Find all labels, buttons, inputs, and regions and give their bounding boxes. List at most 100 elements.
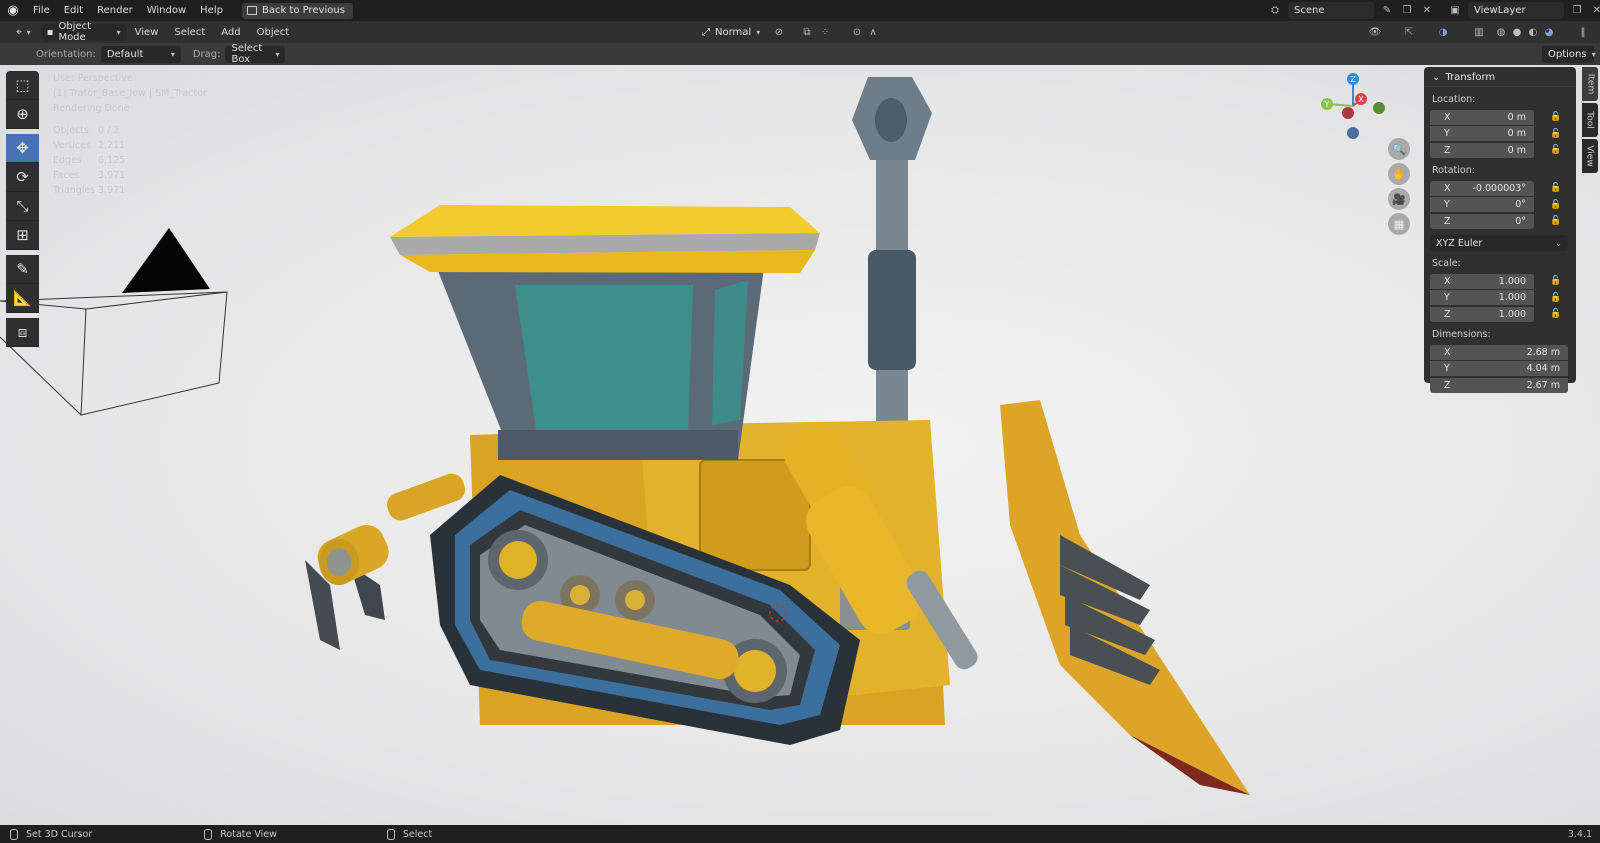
axis-label: Z	[1444, 379, 1451, 391]
viewport-header: ⌖ ▾ ▪ Object Mode ▾ View Select Add Objec…	[0, 21, 1600, 43]
rotation-y-field[interactable]: Y 0°	[1430, 197, 1534, 212]
dimensions-x-field[interactable]: X 2.68 m	[1430, 344, 1568, 360]
solid-shading-icon[interactable]: ●	[1510, 25, 1524, 39]
header-menu-add[interactable]: Add	[213, 27, 248, 38]
transform-tool-icon[interactable]: ⊞	[6, 221, 39, 250]
material-shading-icon[interactable]: ◐	[1526, 25, 1540, 39]
status-bar: Set 3D Cursor Rotate View Select 3.4.1	[0, 825, 1600, 843]
camera-triangle	[122, 228, 210, 293]
annotate-tool-icon[interactable]: ✎	[6, 255, 39, 284]
location-y-field[interactable]: Y 0 m	[1430, 126, 1534, 141]
axis-label: Y	[1444, 128, 1450, 139]
lock-icon[interactable]: 🔓	[1548, 129, 1564, 139]
dimensions-x-value: 2.68 m	[1526, 346, 1560, 358]
header-menu-select[interactable]: Select	[166, 27, 213, 38]
overlays-icon[interactable]: ◑	[1436, 25, 1450, 39]
3d-viewport[interactable]: ⬚ ⊕ ✥ ⟳ ⤡ ⊞ ✎ 📐 ⧈ User Perspective (1) T…	[0, 65, 1600, 825]
wireframe-shading-icon[interactable]: ◍	[1494, 25, 1508, 39]
scale-x-field[interactable]: X 1.000	[1430, 273, 1534, 289]
orientation-dropdown[interactable]: Default ▾	[100, 45, 181, 63]
tractor-model	[305, 77, 1250, 795]
blender-logo-icon[interactable]: ◉	[0, 0, 26, 21]
move-tool-icon[interactable]: ✥	[6, 134, 39, 163]
lock-icon[interactable]: 🔓	[1548, 183, 1564, 193]
rotation-z-field[interactable]: Z 0°	[1430, 213, 1534, 229]
close-scene-icon[interactable]: ✕	[1420, 4, 1434, 18]
select-box-tool-icon[interactable]: ⬚	[6, 71, 39, 100]
close-view-layer-icon[interactable]: ✕	[1590, 4, 1600, 18]
lock-icon[interactable]: 🔓	[1548, 145, 1564, 155]
scale-y-field[interactable]: Y 1.000	[1430, 290, 1534, 305]
xray-icon[interactable]: ▥	[1472, 25, 1486, 39]
view-name: User Perspective	[53, 73, 133, 84]
cursor-tool-icon[interactable]: ⊕	[6, 100, 39, 129]
mode-selector[interactable]: ▪ Object Mode ▾	[40, 21, 127, 43]
navigation-gizmo[interactable]: Z Y X	[1318, 71, 1388, 141]
chevron-down-icon: ▾	[116, 27, 121, 37]
lock-icon[interactable]: 🔓	[1548, 293, 1564, 303]
back-to-previous-button[interactable]: Back to Previous	[241, 2, 353, 19]
scale-tool-icon[interactable]: ⤡	[6, 192, 39, 221]
header-menu-view[interactable]: View	[127, 27, 167, 38]
lock-icon[interactable]: 🔓	[1548, 112, 1564, 122]
menu-help[interactable]: Help	[193, 0, 230, 21]
gizmo-x-label: X	[1358, 95, 1364, 104]
location-z-field[interactable]: Z 0 m	[1430, 142, 1534, 158]
view-layer-field[interactable]: ViewLayer	[1468, 2, 1564, 19]
pin-icon[interactable]: ✎	[1380, 4, 1394, 18]
lock-icon[interactable]: 🔓	[1548, 309, 1564, 319]
falloff-icon[interactable]: ∧	[866, 25, 880, 39]
snap-increment-icon[interactable]: ⁘	[818, 25, 832, 39]
tab-item-label: Item	[1585, 73, 1595, 95]
lock-icon[interactable]: 🔓	[1548, 276, 1564, 286]
transform-orientation-selector[interactable]: ⤢ Normal ▾	[696, 24, 766, 41]
menu-file[interactable]: File	[26, 0, 57, 21]
new-scene-icon[interactable]: ❐	[1400, 4, 1414, 18]
dimensions-y-field[interactable]: Y 4.04 m	[1430, 361, 1568, 376]
drag-label: Drag:	[192, 48, 221, 60]
pan-hand-icon[interactable]: ✋	[1388, 163, 1410, 185]
rendered-shading-icon[interactable]: ◕	[1542, 25, 1556, 39]
stat-key: Objects	[53, 125, 89, 136]
proportional-edit-icon[interactable]: ⊙	[850, 25, 864, 39]
top-menu-bar: ◉ File Edit Render Window Help Back to P…	[0, 0, 1600, 21]
visibility-icon[interactable]: 👁	[1368, 25, 1382, 39]
transform-panel: ⌄ Transform Location: X0 m 🔓 Y0 m 🔓 Z0 m 🔓 …	[1424, 67, 1576, 393]
pivot-point-icon[interactable]: ⊘	[772, 25, 786, 39]
view-layer-icon[interactable]: ▣	[1448, 4, 1462, 18]
scale-z-field[interactable]: Z 1.000	[1430, 306, 1534, 322]
rotation-label: Rotation:	[1432, 165, 1475, 176]
menu-render[interactable]: Render	[90, 0, 140, 21]
editor-type-selector[interactable]: ⌖ ▾	[10, 24, 37, 41]
camera-view-icon[interactable]: 🎥	[1388, 188, 1410, 210]
transform-panel-header[interactable]: ⌄ Transform	[1424, 69, 1576, 87]
dimensions-z-field[interactable]: Z 2.67 m	[1430, 377, 1568, 393]
rotation-x-field[interactable]: X -0.000003°	[1430, 180, 1534, 196]
rotation-mode-dropdown[interactable]: XYZ Euler ⌄	[1430, 235, 1568, 251]
menu-edit[interactable]: Edit	[57, 0, 90, 21]
tab-view[interactable]: View	[1582, 139, 1598, 173]
location-x-field[interactable]: X 0 m	[1430, 109, 1534, 125]
tab-tool[interactable]: Tool	[1582, 103, 1598, 137]
options-dropdown[interactable]: Options ▾	[1542, 45, 1596, 63]
scale-x-value: 1.000	[1498, 275, 1526, 287]
add-cube-tool-icon[interactable]: ⧈	[6, 318, 39, 347]
drag-dropdown[interactable]: Select Box ▾	[225, 43, 286, 65]
new-view-layer-icon[interactable]: ❐	[1570, 4, 1584, 18]
rotate-tool-icon[interactable]: ⟳	[6, 163, 39, 192]
perspective-grid-icon[interactable]: ▦	[1388, 213, 1410, 235]
snap-icon[interactable]: ⧉	[800, 25, 814, 39]
status-rotate-view: Rotate View	[204, 828, 277, 840]
scene-field[interactable]: Scene	[1288, 2, 1374, 19]
header-menu-object[interactable]: Object	[249, 27, 298, 38]
gizmo-toggle-icon[interactable]: ⇱	[1402, 25, 1416, 39]
measure-tool-icon[interactable]: 📐	[6, 284, 39, 313]
lock-icon[interactable]: 🔓	[1548, 216, 1564, 226]
lock-icon[interactable]: 🔓	[1548, 200, 1564, 210]
toggle-sidebar-icon[interactable]: ‖	[1576, 25, 1590, 39]
menu-window[interactable]: Window	[140, 0, 193, 21]
axis-label: X	[1444, 346, 1451, 358]
zoom-icon[interactable]: 🔍	[1388, 138, 1410, 160]
tab-item[interactable]: Item	[1582, 67, 1598, 101]
scene-icon[interactable]: ⛭	[1268, 4, 1282, 18]
